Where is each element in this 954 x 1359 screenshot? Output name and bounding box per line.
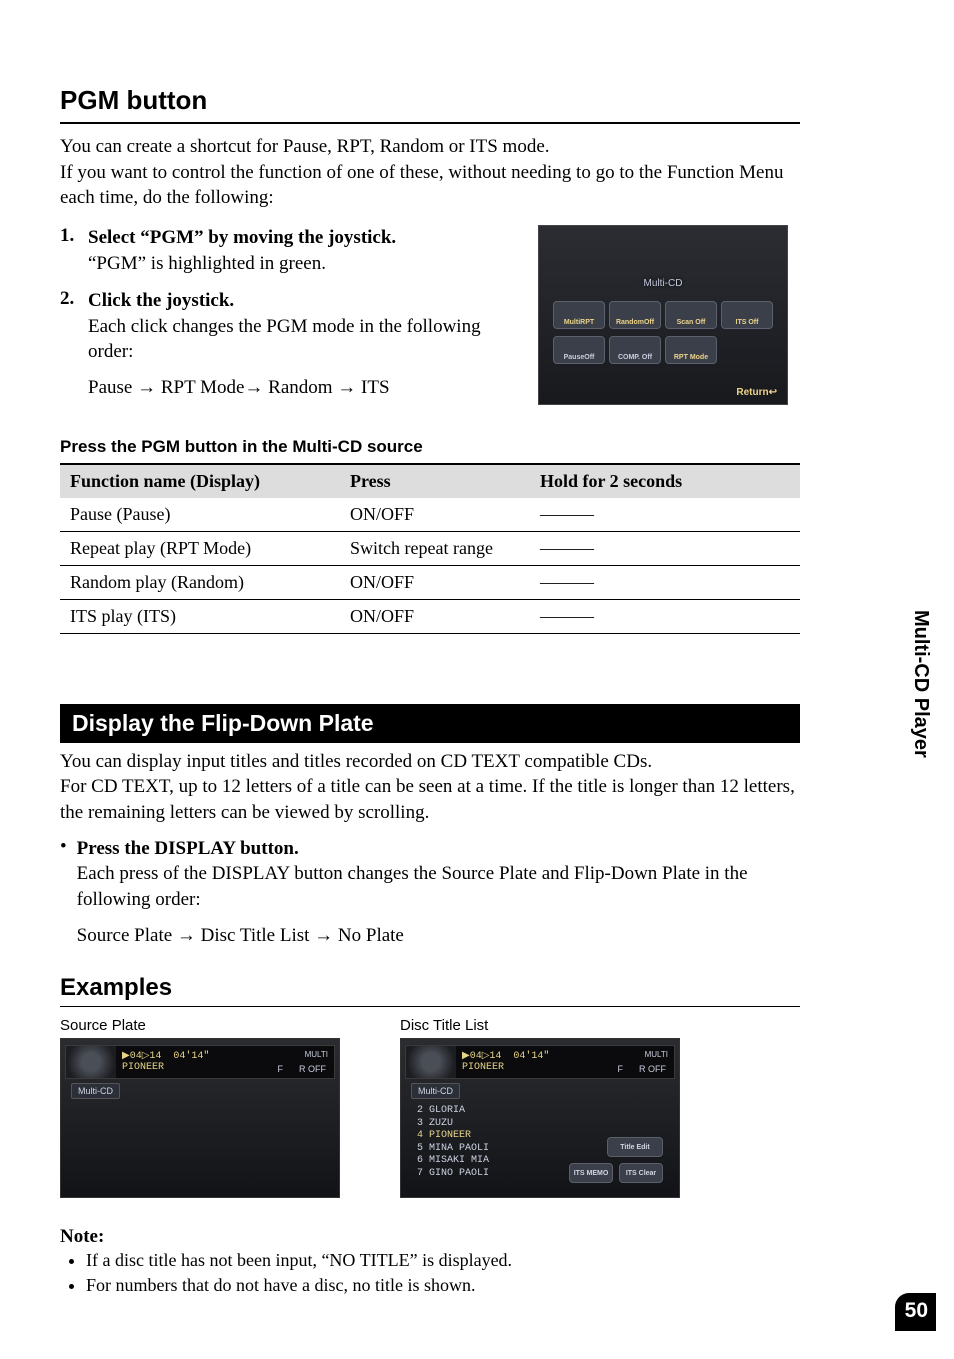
td: ———: [530, 532, 800, 565]
td: Random play (Random): [60, 566, 340, 599]
td: ———: [530, 600, 800, 633]
td: ON/OFF: [340, 566, 530, 599]
badge-r-off: R OFF: [639, 1064, 666, 1074]
td: ———: [530, 498, 800, 531]
th-function: Function name (Display): [60, 465, 340, 498]
btn-its-clear: ITS Clear: [619, 1163, 663, 1183]
rule: [60, 1006, 800, 1007]
td: Repeat play (RPT Mode): [60, 532, 340, 565]
rule: [60, 122, 800, 124]
th-hold: Hold for 2 seconds: [530, 465, 800, 498]
td: ———: [530, 566, 800, 599]
btn-its-memo: ITS MEMO: [569, 1163, 613, 1183]
td: Pause (Pause): [60, 498, 340, 531]
chip-scanoff: Scan Off: [665, 301, 717, 329]
pgm-order-line: Pause → RPT Mode→ Random → ITS: [88, 375, 520, 401]
chip-itsoff: ITS Off: [721, 301, 773, 329]
pgm-heading: PGM button: [60, 85, 884, 116]
flip-p1: You can display input titles and titles …: [60, 749, 800, 775]
bullet-icon: •: [60, 836, 67, 949]
ex-right-top: MULTI: [305, 1050, 328, 1059]
note-item: If a disc title has not been input, “NO …: [86, 1248, 826, 1273]
screenshot-title: Multi-CD: [644, 278, 683, 289]
ex-screenshot: ▶04▷14 04'14" PIONEER MULTI F R OFF Mult…: [60, 1038, 340, 1198]
ex-label: Source Plate: [60, 1017, 340, 1034]
flip-order-line: Source Plate → Disc Title List → No Plat…: [77, 923, 800, 949]
bullet-bold: Press the DISPLAY button.: [77, 838, 299, 859]
td: ON/OFF: [340, 498, 530, 531]
ex-right-top: MULTI: [645, 1050, 668, 1059]
ex-screenshot: ▶04▷14 04'14" PIONEER MULTI F R OFF Mult…: [400, 1038, 680, 1198]
flip-heading: Display the Flip-Down Plate: [60, 704, 800, 743]
badge-f: F: [278, 1064, 284, 1074]
table-row: Pause (Pause) ON/OFF ———: [60, 498, 800, 532]
step-num: 2.: [60, 288, 78, 401]
example-source-plate: Source Plate ▶04▷14 04'14" PIONEER MULTI…: [60, 1017, 340, 1198]
examples-heading: Examples: [60, 974, 884, 1002]
step-bold: Select “PGM” by moving the joystick.: [88, 227, 396, 248]
flip-bullet: • Press the DISPLAY button. Each press o…: [60, 836, 800, 949]
step-2: 2. Click the joystick. Each click change…: [60, 288, 520, 401]
chip-randomoff: RandomOff: [609, 301, 661, 329]
flip-p2: For CD TEXT, up to 12 letters of a title…: [60, 774, 800, 825]
table-row: Random play (Random) ON/OFF ———: [60, 566, 800, 600]
badge-r-off: R OFF: [299, 1064, 326, 1074]
step-rest: “PGM” is highlighted in green.: [88, 253, 326, 274]
table-row: Repeat play (RPT Mode) Switch repeat ran…: [60, 532, 800, 566]
step-bold: Click the joystick.: [88, 290, 234, 311]
btn-title-edit: Title Edit: [607, 1137, 663, 1157]
disc-icon: [406, 1046, 456, 1078]
note-item: For numbers that do not have a disc, no …: [86, 1273, 826, 1298]
chip-pauseoff: PauseOff: [553, 336, 605, 364]
th-press: Press: [340, 465, 530, 498]
page-number: 50: [895, 1293, 936, 1331]
step-num: 1.: [60, 225, 78, 276]
table-row: ITS play (ITS) ON/OFF ———: [60, 600, 800, 634]
step-1: 1. Select “PGM” by moving the joystick. …: [60, 225, 520, 276]
pgm-table-title: Press the PGM button in the Multi-CD sou…: [60, 437, 884, 457]
td: Switch repeat range: [340, 532, 530, 565]
td: ITS play (ITS): [60, 600, 340, 633]
pgm-screenshot: Multi-CD MultiRPT RandomOff Scan Off ITS…: [538, 225, 788, 405]
return-label: Return↩: [736, 387, 777, 398]
pgm-intro-2: If you want to control the function of o…: [60, 160, 800, 211]
pgm-intro-1: You can create a shortcut for Pause, RPT…: [60, 134, 800, 160]
disc-icon: [66, 1046, 116, 1078]
disc-list: 2 GLORIA 3 ZUZU 4 PIONEER 5 MINA PAOLI 6…: [417, 1105, 489, 1180]
table-head: Function name (Display) Press Hold for 2…: [60, 465, 800, 498]
pgm-table: Function name (Display) Press Hold for 2…: [60, 463, 800, 634]
chip-multirpt: MultiRPT: [553, 301, 605, 329]
ex-label: Disc Title List: [400, 1017, 680, 1034]
tag-multicd: Multi-CD: [411, 1083, 460, 1099]
side-tab: Multi-CD Player: [909, 610, 932, 758]
chip-compoff: COMP. Off: [609, 336, 661, 364]
chip-rptmode: RPT Mode: [665, 336, 717, 364]
example-disc-title-list: Disc Title List ▶04▷14 04'14" PIONEER MU…: [400, 1017, 680, 1198]
tag-multicd: Multi-CD: [71, 1083, 120, 1099]
ex-line1: ▶04▷14 04'14" PIONEER: [116, 1051, 209, 1073]
badge-f: F: [618, 1064, 624, 1074]
bullet-rest: Each press of the DISPLAY button changes…: [77, 863, 748, 910]
ex-line1: ▶04▷14 04'14" PIONEER: [456, 1051, 549, 1073]
td: ON/OFF: [340, 600, 530, 633]
step-rest: Each click changes the PGM mode in the f…: [88, 316, 481, 363]
note-heading: Note:: [60, 1226, 884, 1248]
